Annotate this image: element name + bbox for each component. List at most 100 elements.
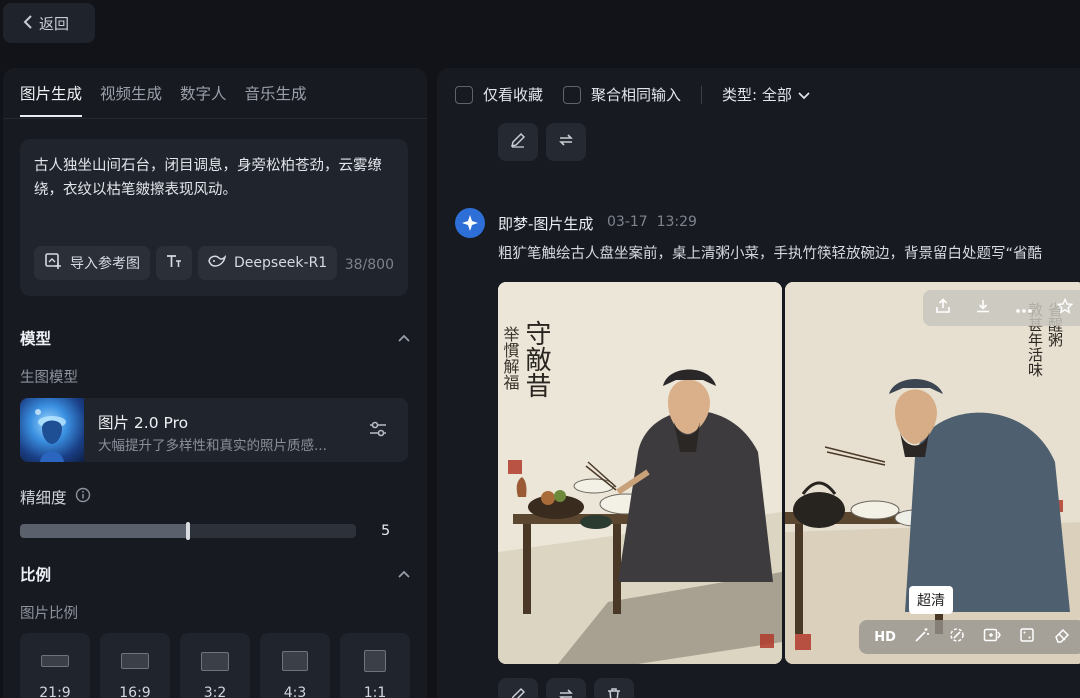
crop-icon[interactable] (1019, 627, 1035, 647)
expand-image-icon[interactable] (983, 627, 1001, 647)
import-reference-button[interactable]: 导入参考图 (34, 246, 150, 280)
chevron-left-icon (23, 14, 33, 33)
merge-same-input-label: 聚合相同输入 (591, 86, 682, 104)
info-icon[interactable] (75, 487, 91, 507)
results-panel: 仅看收藏 聚合相同输入 类型: 全部 即梦-图片生成 03-17 13:29 粗… (437, 68, 1080, 698)
ratio-label: 16:9 (119, 685, 151, 698)
model-card[interactable]: 图片 2.0 Pro 大幅提升了多样性和真实的照片质感... (20, 398, 408, 462)
ratio-label: 1:1 (363, 685, 387, 698)
ratio-section-header[interactable]: 比例 (20, 563, 410, 585)
magic-wand-icon[interactable] (914, 627, 930, 647)
model-name: 图片 2.0 Pro (98, 414, 189, 432)
favorites-only-label: 仅看收藏 (483, 86, 544, 104)
generation-prompt: 粗犷笔触绘古人盘坐案前，桌上清粥小菜，手执竹筷轻放碗边，背景留白处题写“省酷 (498, 246, 1043, 262)
import-reference-label: 导入参考图 (70, 256, 140, 272)
chevron-down-icon (798, 86, 810, 104)
deepseek-model-chip[interactable]: Deepseek-R1 (198, 246, 338, 280)
tab-video-generation[interactable]: 视频生成 (100, 83, 162, 117)
text-format-button[interactable] (156, 246, 192, 280)
type-filter-dropdown[interactable]: 类型: 全部 (722, 84, 810, 105)
inpaint-brush-icon[interactable] (949, 627, 965, 647)
checkbox-box[interactable] (455, 85, 473, 104)
tab-image-generation[interactable]: 图片生成 (20, 83, 83, 117)
image-add-icon (44, 252, 62, 274)
detail-slider[interactable] (20, 522, 356, 540)
repeat-icon (557, 131, 575, 153)
ratio-options: 21:9 16:9 3:2 4:3 1:1 (20, 633, 410, 698)
generation-title: 即梦-图片生成 (498, 215, 594, 233)
detail-label-row: 精细度 (20, 486, 91, 508)
ratio-label: 21:9 (39, 685, 71, 698)
chevron-up-icon[interactable] (398, 331, 410, 346)
image-hover-toolbar (923, 290, 1080, 326)
bottom-actions (498, 678, 634, 698)
generated-images: 守敵昔 举慣解福 敦甚年活味 HD 超清 (498, 282, 1080, 664)
regenerate-button[interactable] (546, 678, 586, 698)
ratio-shape-icon (41, 655, 69, 667)
ratio-option-1-1[interactable]: 1:1 (340, 633, 410, 698)
ratio-option-16-9[interactable]: 16:9 (100, 633, 170, 698)
eraser-icon[interactable] (1054, 627, 1070, 647)
super-resolution-tooltip: 超清 (909, 586, 953, 614)
ratio-option-3-2[interactable]: 3:2 (180, 633, 250, 698)
model-thumbnail (20, 398, 84, 462)
share-icon[interactable] (935, 298, 951, 318)
generation-date: 03-17 (607, 214, 648, 230)
jimeng-logo-icon (455, 208, 485, 238)
ratio-option-21-9[interactable]: 21:9 (20, 633, 90, 698)
edit-button[interactable] (498, 678, 538, 698)
ratio-label: 3:2 (203, 685, 227, 698)
checkbox-box[interactable] (563, 85, 582, 104)
deepseek-whale-icon (208, 254, 227, 272)
edit-button[interactable] (498, 123, 538, 161)
hd-upscale-button[interactable]: HD (874, 630, 896, 645)
ratio-shape-icon (364, 650, 386, 672)
model-section-title: 模型 (20, 330, 52, 348)
ratio-section-title: 比例 (20, 566, 52, 584)
image-edit-toolbar: HD (859, 620, 1080, 654)
char-counter: 38/800 (344, 257, 394, 273)
generation-time: 13:29 (656, 214, 697, 230)
prompt-input-box[interactable]: 古人独坐山间石台，闭目调息，身旁松柏苍劲，云雾缭绕，衣纹以枯笔皴擦表现风动。 导… (20, 139, 408, 296)
download-icon[interactable] (975, 298, 991, 318)
repeat-icon (557, 686, 575, 698)
tab-divider (3, 118, 427, 119)
model-description: 大幅提升了多样性和真实的照片质感... (98, 438, 327, 454)
sliders-icon[interactable] (368, 420, 388, 442)
ratio-shape-icon (121, 653, 149, 669)
favorites-only-checkbox[interactable]: 仅看收藏 (455, 84, 543, 105)
type-filter-label: 类型: 全部 (722, 86, 792, 104)
tab-digital-human[interactable]: 数字人 (180, 83, 227, 117)
regenerate-button[interactable] (546, 123, 586, 161)
model-section-header[interactable]: 模型 (20, 327, 410, 349)
prompt-tools: 导入参考图 Deepseek-R1 (34, 246, 338, 280)
detail-slider-handle[interactable] (186, 522, 190, 540)
text-format-icon (165, 252, 183, 274)
ratio-sub-label: 图片比例 (20, 606, 78, 622)
detail-slider-fill (20, 524, 188, 538)
chevron-up-icon[interactable] (398, 567, 410, 582)
merge-same-input-checkbox[interactable]: 聚合相同输入 (563, 84, 681, 105)
ratio-shape-icon (201, 652, 229, 671)
generation-timestamp: 03-17 13:29 (607, 214, 697, 230)
delete-button[interactable] (594, 678, 634, 698)
star-icon[interactable] (1056, 297, 1074, 318)
filter-divider (701, 85, 703, 104)
detail-label: 精细度 (20, 489, 67, 507)
pencil-icon (509, 686, 527, 698)
calligraphy-large: 守敵昔 (521, 320, 551, 398)
model-sub-label: 生图模型 (20, 370, 78, 386)
tab-music-generation[interactable]: 音乐生成 (245, 83, 307, 117)
ratio-option-4-3[interactable]: 4:3 (260, 633, 330, 698)
calligraphy-small: 举慣解福 (501, 326, 520, 390)
prompt-text[interactable]: 古人独坐山间石台，闭目调息，身旁松柏苍劲，云雾缭绕，衣纹以枯笔皴擦表现风动。 (34, 154, 384, 202)
ratio-shape-icon (282, 651, 308, 671)
ratio-label: 4:3 (283, 685, 307, 698)
back-button[interactable]: 返回 (3, 3, 95, 43)
more-icon[interactable] (1015, 299, 1033, 318)
mode-tabs: 图片生成 视频生成 数字人 音乐生成 (20, 83, 307, 117)
deepseek-label: Deepseek-R1 (234, 255, 328, 271)
generated-image-1[interactable]: 守敵昔 举慣解福 (498, 282, 782, 664)
pencil-icon (509, 131, 527, 153)
filter-bar: 仅看收藏 聚合相同输入 类型: 全部 (455, 84, 810, 105)
